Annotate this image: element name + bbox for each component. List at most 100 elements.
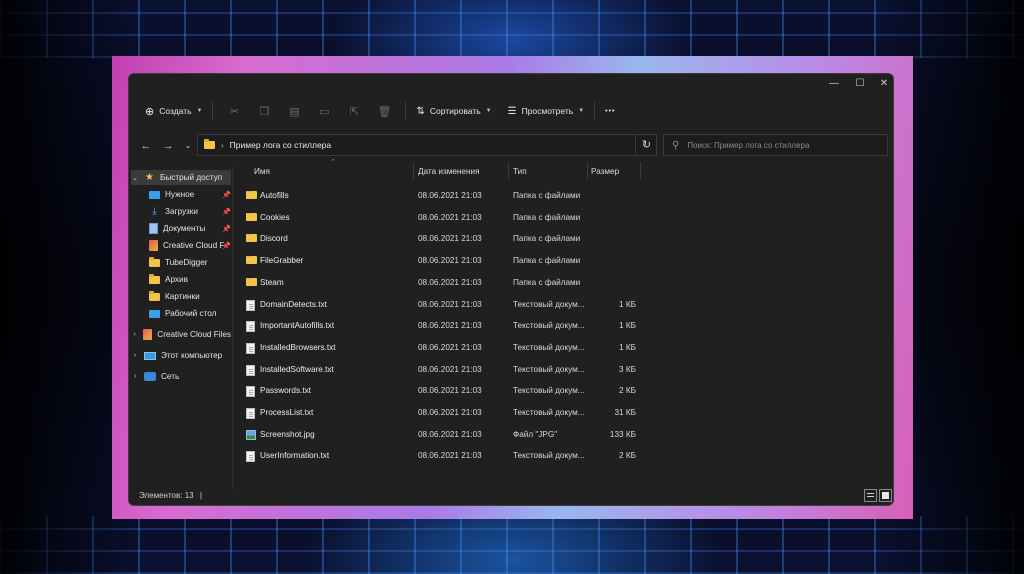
arrow-right-icon: → (162, 140, 174, 152)
sidebar-item-needed[interactable]: Нужное 📌 (149, 187, 231, 202)
sidebar-item-network[interactable]: › Сеть (131, 369, 231, 384)
delete-button[interactable]: 🗑 (369, 100, 399, 122)
folder-icon (204, 139, 215, 149)
creative-cloud-icon (143, 329, 153, 340)
text-file-icon (246, 386, 255, 398)
column-header-type[interactable]: Тип (513, 162, 585, 182)
wallpaper-grid-top (0, 0, 1024, 58)
arrow-left-icon: ← (140, 140, 152, 152)
table-row[interactable]: InstalledSoftware.txt 08.06.2021 21:03 Тек… (234, 361, 654, 379)
table-row[interactable]: InstalledBrowsers.txt 08.06.2021 21:03 Тек… (234, 339, 654, 357)
table-row[interactable]: ImportantAutofills.txt 08.06.2021 21:03 Те… (234, 317, 654, 335)
chevron-right-icon[interactable]: › (131, 373, 139, 380)
sidebar-item-quick-access[interactable]: ⌄ ★ Быстрый доступ (131, 170, 231, 185)
chevron-right-icon[interactable]: › (131, 331, 138, 338)
details-view-button[interactable] (864, 489, 877, 502)
file-date: 08.06.2021 21:03 (418, 342, 482, 352)
sidebar-item-label: Быстрый доступ (160, 173, 223, 182)
sidebar-item-downloads[interactable]: ⤓ Загрузки 📌 (149, 204, 231, 219)
copy-button[interactable]: ❐ (249, 100, 279, 122)
image-file-icon (246, 429, 256, 440)
forward-button[interactable]: → (159, 138, 177, 154)
sidebar-item-tubedigger[interactable]: TubeDigger (149, 255, 231, 270)
address-bar[interactable]: › Пример лога со стиллера ⌄ (197, 134, 657, 156)
file-date: 08.06.2021 21:03 (418, 277, 482, 287)
file-date: 08.06.2021 21:03 (418, 451, 482, 461)
file-name: Cookies (260, 212, 290, 222)
row-icon (246, 191, 257, 201)
large-icons-view-button[interactable] (879, 489, 892, 502)
sidebar-item-creative-cloud[interactable]: Creative Cloud F 📌 (149, 238, 231, 253)
sidebar-item-archive[interactable]: Архив (149, 272, 231, 287)
sidebar-item-label: Рабочий стол (165, 309, 217, 318)
file-size: 1 КБ (619, 342, 636, 352)
sidebar-item-creative-cloud-files[interactable]: › Creative Cloud Files (131, 327, 231, 342)
table-row[interactable]: Cookies 08.06.2021 21:03 Папка с файлами (234, 209, 654, 227)
search-input[interactable] (687, 140, 868, 150)
search-box[interactable]: ⚲ (663, 134, 888, 156)
file-name: Screenshot.jpg (260, 429, 315, 439)
file-size: 2 КБ (619, 451, 636, 461)
navigation-bar: ← → ⌄ › Пример лога со стиллера ⌄ ↻ ⚲ (129, 134, 893, 158)
toolbar-divider (594, 102, 596, 120)
navigation-pane: ⌄ ★ Быстрый доступ Нужное 📌 ⤓ Загрузки 📌… (129, 166, 233, 489)
table-row[interactable]: Steam 08.06.2021 21:03 Папка с файлами (234, 274, 654, 292)
cut-button[interactable]: ✂ (219, 100, 249, 122)
file-type: Текстовый докум... (513, 364, 585, 374)
view-button[interactable]: ☰ Просмотреть ▼ (504, 100, 589, 122)
chevron-right-icon[interactable]: › (131, 352, 139, 359)
table-row[interactable]: DomainDetects.txt 08.06.2021 21:03 Текстов… (234, 296, 654, 314)
rename-button[interactable]: ▭ (309, 100, 339, 122)
pin-icon: 📌 (222, 208, 231, 216)
sidebar-item-label: Архив (165, 275, 188, 284)
file-date: 08.06.2021 21:03 (418, 299, 482, 309)
column-divider[interactable] (413, 162, 414, 180)
network-icon (144, 372, 156, 381)
column-divider[interactable] (508, 162, 509, 180)
back-button[interactable]: ← (137, 138, 155, 154)
paste-button[interactable]: ▤ (279, 100, 309, 122)
close-button[interactable]: ✕ (869, 76, 893, 92)
minimize-icon: — (829, 78, 839, 89)
table-row[interactable]: ProcessList.txt 08.06.2021 21:03 Текстовый… (234, 404, 654, 422)
column-header-size[interactable]: Размер (591, 162, 639, 182)
sidebar-item-documents[interactable]: Документы 📌 (149, 221, 231, 236)
item-count: Элементов: 13 | (139, 491, 202, 500)
file-date: 08.06.2021 21:03 (418, 429, 482, 439)
table-row[interactable]: Passwords.txt 08.06.2021 21:03 Текстовый д… (234, 382, 654, 400)
text-file-icon (246, 408, 255, 419)
column-divider[interactable] (587, 162, 588, 180)
share-icon: ⇱ (349, 105, 360, 118)
sort-button[interactable]: ⇅ Сортировать ▼ (412, 100, 495, 122)
sidebar-item-label: Creative Cloud F (163, 241, 225, 250)
file-name: ProcessList.txt (260, 408, 314, 417)
table-row[interactable]: Autofills 08.06.2021 21:03 Папка с файлами (234, 187, 654, 205)
copy-icon: ❐ (259, 105, 270, 118)
share-button[interactable]: ⇱ (339, 100, 369, 122)
breadcrumb-current[interactable]: Пример лога со стиллера (230, 140, 331, 150)
create-button[interactable]: ⊕ Создать ▼ (141, 100, 206, 122)
sidebar-item-this-pc[interactable]: › Этот компьютер (131, 348, 231, 363)
title-bar[interactable]: — ☐ ✕ (129, 74, 893, 94)
sidebar-item-pictures[interactable]: Картинки (149, 289, 231, 304)
file-name: Passwords.txt (260, 386, 311, 396)
more-options-button[interactable]: ••• (601, 100, 619, 122)
file-type: Текстовый докум... (513, 342, 585, 352)
table-row[interactable]: FileGrabber 08.06.2021 21:03 Папка с файла… (234, 252, 654, 270)
table-row[interactable]: UserInformation.txt 08.06.2021 21:03 Текст… (234, 447, 654, 465)
file-type: Папка с файлами (513, 234, 581, 244)
column-divider[interactable] (640, 162, 641, 180)
recent-locations-button[interactable]: ⌄ (179, 138, 197, 154)
folder-icon (246, 277, 257, 286)
folder-icon (246, 212, 257, 221)
chevron-down-icon[interactable]: ⌄ (131, 174, 139, 182)
documents-icon (149, 223, 158, 234)
table-row[interactable]: Screenshot.jpg 08.06.2021 21:03 Файл "JPG"… (234, 426, 654, 444)
table-row[interactable]: Discord 08.06.2021 21:03 Папка с файлами (234, 230, 654, 248)
clipboard-icon: ▤ (289, 105, 300, 118)
refresh-button[interactable]: ↻ (635, 134, 657, 156)
column-header-date[interactable]: Дата изменения (418, 162, 508, 182)
file-date: 08.06.2021 21:03 (418, 364, 482, 374)
sidebar-item-desktop[interactable]: Рабочий стол (149, 306, 231, 321)
column-header-name[interactable]: Имя (254, 162, 412, 182)
